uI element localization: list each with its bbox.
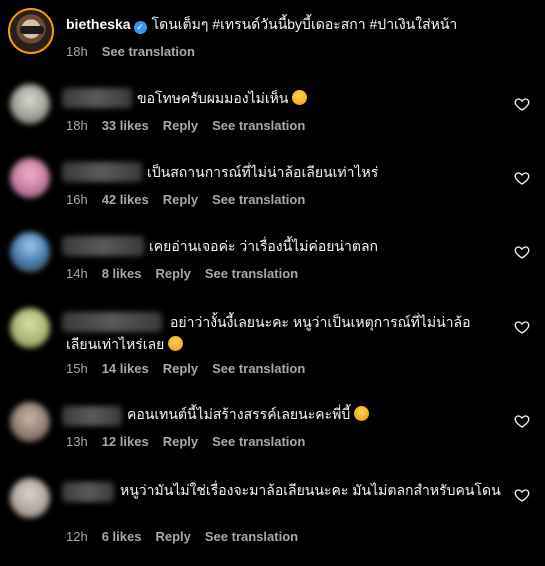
- commenter-name-blurred[interactable]: [62, 88, 132, 108]
- comment-likes[interactable]: 8 likes: [102, 266, 142, 282]
- commenter-name-blurred[interactable]: [62, 162, 142, 182]
- heart-icon[interactable]: [514, 244, 530, 260]
- comment-text: หนูว่ามันไม่ใช่เรื่องจะมาล้อเลียนนะคะ มั…: [120, 482, 501, 498]
- verified-badge-icon: ✓: [133, 21, 147, 34]
- see-translation-button[interactable]: See translation: [212, 118, 305, 134]
- comment-likes[interactable]: 6 likes: [102, 529, 142, 545]
- commenter-avatar[interactable]: [10, 478, 50, 518]
- author-avatar[interactable]: [8, 8, 54, 54]
- commenter-avatar[interactable]: [10, 232, 50, 272]
- comment-time: 14h: [66, 266, 88, 281]
- comment-time: 15h: [66, 361, 88, 376]
- heart-icon[interactable]: [514, 170, 530, 186]
- comment-meta: 18h 33 likes Reply See translation: [66, 118, 319, 134]
- comment-meta: 14h 8 likes Reply See translation: [66, 266, 312, 282]
- comment-text: เคยอ่านเจอค่ะ ว่าเรื่องนี้ไม่ค่อยน่าตลก: [149, 238, 379, 254]
- commenter-avatar[interactable]: [10, 84, 50, 124]
- heart-icon[interactable]: [514, 96, 530, 112]
- reply-button[interactable]: Reply: [163, 118, 198, 134]
- heart-icon[interactable]: [514, 413, 530, 429]
- commenter-name-blurred[interactable]: [62, 406, 122, 426]
- commenter-avatar[interactable]: [10, 308, 50, 348]
- post-caption: bietheska ✓ โดนเต็มๆ #เทรนด์วันนี้byบี้เดอ…: [8, 8, 538, 66]
- comment-text: คอนเทนต์นี้ไม่สร้างสรรค์เลยนะคะพี่บี้: [127, 403, 370, 425]
- reply-button[interactable]: Reply: [163, 361, 198, 377]
- author-username[interactable]: bietheska: [66, 16, 131, 32]
- comment-meta: 12h 6 likes Reply See translation: [66, 529, 312, 545]
- comment-text: เป็นสถานการณ์ที่ไม่น่าล้อเลียนเท่าไหร่: [147, 164, 379, 180]
- reply-button[interactable]: Reply: [163, 192, 198, 208]
- caption-body: โดนเต็มๆ #เทรนด์วันนี้byบี้เดอะสกา #ปาเง…: [151, 16, 458, 32]
- pleading-face-icon: [354, 406, 370, 421]
- comment-meta: 15h 14 likes Reply See translation: [66, 361, 319, 377]
- see-translation-button[interactable]: See translation: [205, 266, 298, 282]
- comment-meta: 13h 12 likes Reply See translation: [66, 434, 319, 450]
- caption-see-translation[interactable]: See translation: [102, 44, 195, 60]
- comment-time: 16h: [66, 192, 88, 207]
- comment-text: ขอโทษครับผมมองไม่เห็น: [137, 87, 308, 109]
- comment-time: 12h: [66, 529, 88, 544]
- commenter-avatar[interactable]: [10, 402, 50, 442]
- comment-time: 13h: [66, 434, 88, 449]
- laughing-face-icon: [292, 90, 308, 105]
- comment-likes[interactable]: 33 likes: [102, 118, 149, 134]
- comment-text: อย่าว่างั้นงี้เลยนะคะ หนูว่าเป็นเหตุการณ…: [66, 314, 471, 352]
- see-translation-button[interactable]: See translation: [212, 434, 305, 450]
- comment-time: 18h: [66, 118, 88, 133]
- see-translation-button[interactable]: See translation: [212, 361, 305, 377]
- comment-likes[interactable]: 42 likes: [102, 192, 149, 208]
- comment-meta: 16h 42 likes Reply See translation: [66, 192, 319, 208]
- see-translation-button[interactable]: See translation: [205, 529, 298, 545]
- caption-text: bietheska ✓ โดนเต็มๆ #เทรนด์วันนี้byบี้เดอ…: [66, 14, 536, 34]
- caption-meta: 18h See translation: [66, 44, 209, 60]
- commenter-name-blurred[interactable]: [62, 236, 144, 256]
- pleading-face-icon: [168, 336, 184, 351]
- reply-button[interactable]: Reply: [155, 266, 190, 282]
- reply-button[interactable]: Reply: [155, 529, 190, 545]
- comment-likes[interactable]: 14 likes: [102, 361, 149, 377]
- heart-icon[interactable]: [514, 487, 530, 503]
- commenter-avatar[interactable]: [10, 158, 50, 198]
- reply-button[interactable]: Reply: [163, 434, 198, 450]
- heart-icon[interactable]: [514, 319, 530, 335]
- see-translation-button[interactable]: See translation: [212, 192, 305, 208]
- caption-time: 18h: [66, 44, 88, 59]
- comment-likes[interactable]: 12 likes: [102, 434, 149, 450]
